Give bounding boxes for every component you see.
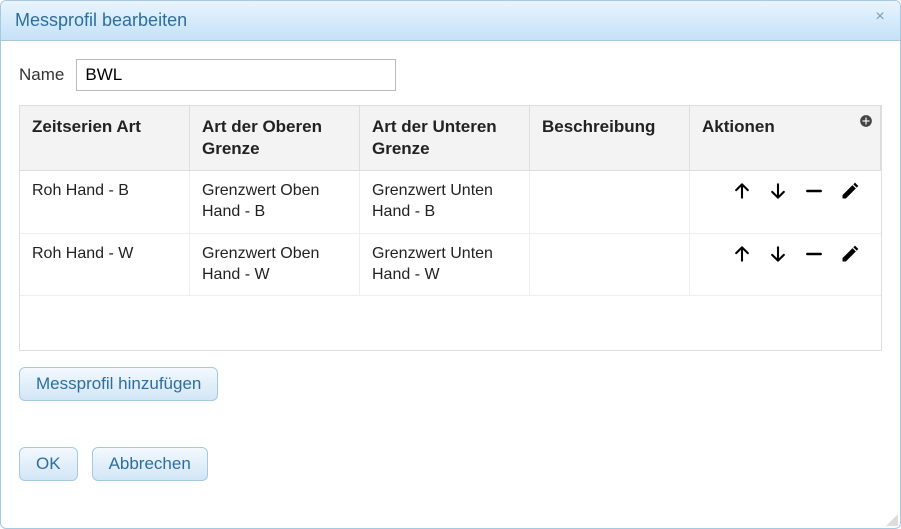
dialog-content: Name Zeitserien Art Art der Oberen Grenz… [1, 41, 900, 528]
cancel-button[interactable]: Abbrechen [92, 447, 208, 481]
dialog-title: Messprofil bearbeiten [15, 10, 187, 31]
col-beschreibung: Beschreibung [530, 106, 690, 170]
table-header: Zeitserien Art Art der Oberen Grenze Art… [20, 106, 881, 171]
name-input[interactable] [76, 59, 396, 91]
edit-button[interactable] [840, 181, 860, 201]
arrow-down-icon [768, 244, 788, 264]
table-body: Roh Hand - BGrenzwert Oben Hand - BGrenz… [20, 171, 881, 350]
dialog-titlebar: Messprofil bearbeiten × [1, 1, 900, 41]
cell-aktionen [690, 234, 881, 296]
arrow-up-icon [732, 181, 752, 201]
col-untere-grenze: Art der Unteren Grenze [360, 106, 530, 170]
button-bar-main: OK Abbrechen [19, 447, 882, 481]
cell-zeitserien-art: Roh Hand - W [20, 234, 190, 296]
add-row-button[interactable] [857, 112, 875, 130]
button-bar-add: Messprofil hinzufügen [19, 367, 882, 401]
dialog-messprofil-bearbeiten: Messprofil bearbeiten × Name Zeitserien … [0, 0, 901, 529]
close-icon[interactable]: × [870, 7, 890, 27]
cell-zeitserien-art: Roh Hand - B [20, 171, 190, 233]
move-up-button[interactable] [732, 244, 752, 264]
arrow-up-icon [732, 244, 752, 264]
cell-obere-grenze: Grenzwert Oben Hand - W [190, 234, 360, 296]
remove-button[interactable] [804, 244, 824, 264]
name-label: Name [19, 65, 64, 85]
cell-obere-grenze: Grenzwert Oben Hand - B [190, 171, 360, 233]
cell-untere-grenze: Grenzwert Unten Hand - W [360, 234, 530, 296]
col-obere-grenze: Art der Oberen Grenze [190, 106, 360, 170]
ok-button[interactable]: OK [19, 447, 78, 481]
move-down-button[interactable] [768, 181, 788, 201]
move-up-button[interactable] [732, 181, 752, 201]
cell-beschreibung [530, 234, 690, 296]
move-down-button[interactable] [768, 244, 788, 264]
resize-grip [884, 512, 898, 526]
col-zeitserien-art: Zeitserien Art [20, 106, 190, 170]
remove-button[interactable] [804, 181, 824, 201]
col-aktionen: Aktionen [690, 106, 881, 170]
cell-beschreibung [530, 171, 690, 233]
name-row: Name [19, 59, 882, 91]
zeitserien-table: Zeitserien Art Art der Oberen Grenze Art… [19, 105, 882, 351]
messprofil-hinzufuegen-button[interactable]: Messprofil hinzufügen [19, 367, 218, 401]
cell-aktionen [690, 171, 881, 233]
add-icon [859, 114, 873, 128]
table-row: Roh Hand - BGrenzwert Oben Hand - BGrenz… [20, 171, 881, 234]
table-row: Roh Hand - WGrenzwert Oben Hand - WGrenz… [20, 234, 881, 297]
edit-button[interactable] [840, 244, 860, 264]
cell-untere-grenze: Grenzwert Unten Hand - B [360, 171, 530, 233]
arrow-down-icon [768, 181, 788, 201]
